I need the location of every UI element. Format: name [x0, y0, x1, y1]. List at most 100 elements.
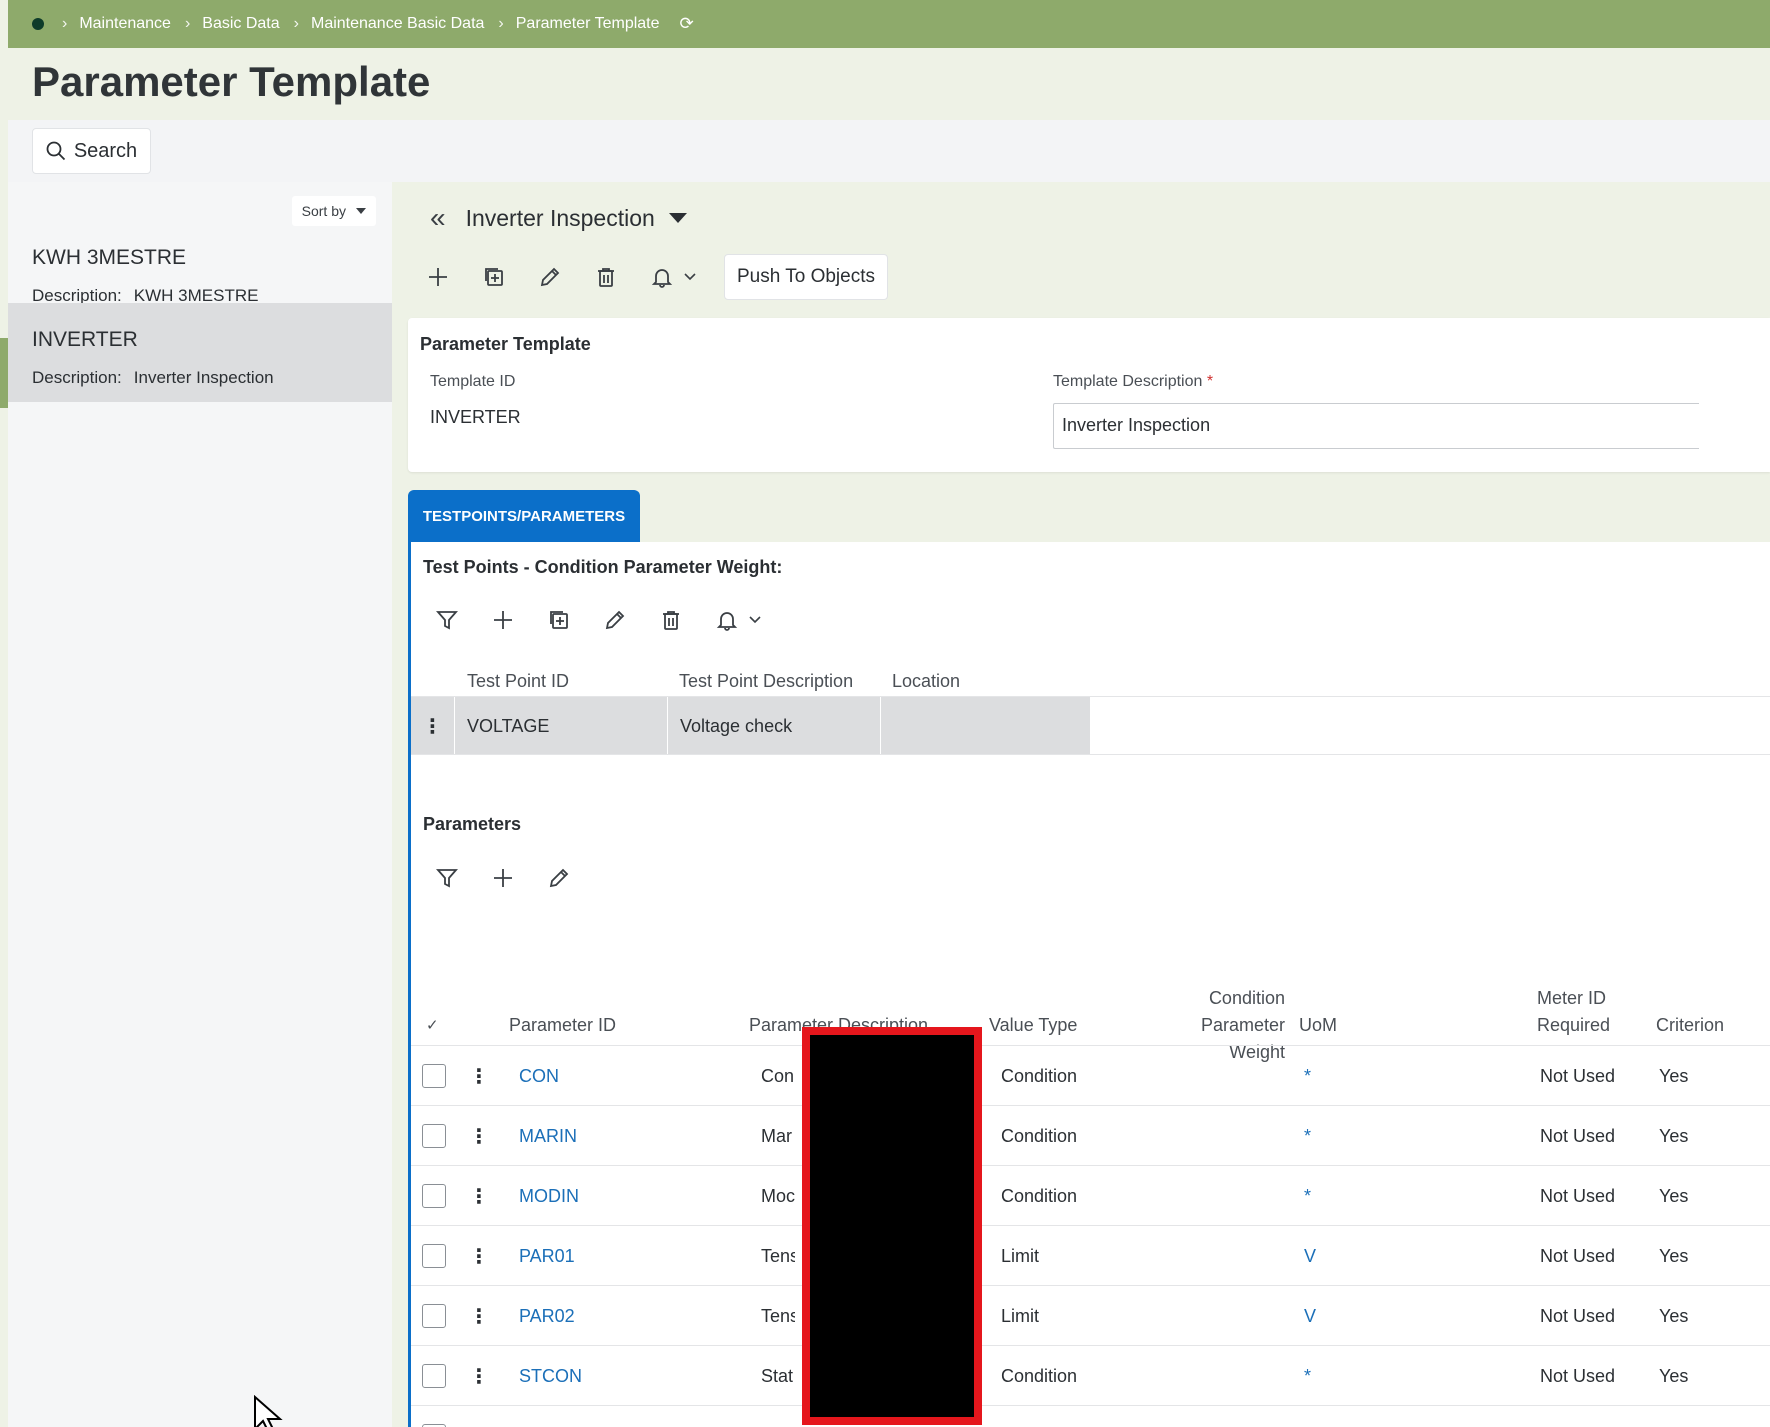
- table-row[interactable]: ⋮ STCON Stat Condition * Not Used Yes: [411, 1346, 1770, 1406]
- breadcrumb-label: Maintenance Basic Data: [310, 15, 485, 32]
- uom-link[interactable]: *: [1304, 1046, 1311, 1106]
- row-checkbox[interactable]: [422, 1184, 446, 1208]
- column-header-location[interactable]: Location: [892, 671, 960, 692]
- select-all-check[interactable]: ✓: [426, 1012, 439, 1039]
- row-menu-icon[interactable]: ⋮: [469, 1106, 489, 1166]
- list-item-title: KWH 3MESTRE: [32, 246, 187, 269]
- row-divider: [1091, 696, 1770, 697]
- chevron-down-icon[interactable]: [741, 600, 769, 640]
- column-header-value-type[interactable]: Value Type: [989, 1012, 1077, 1039]
- edit-icon[interactable]: [587, 600, 643, 640]
- table-row[interactable]: ⋮ MODIN Moc Condition * Not Used Yes: [411, 1166, 1770, 1226]
- table-row[interactable]: ⋮ PAR01 Tens Limit V Not Used Yes: [411, 1226, 1770, 1286]
- uom-link[interactable]: V: [1304, 1226, 1316, 1286]
- search-button[interactable]: Search: [32, 128, 151, 174]
- header-line: Condition: [1208, 988, 1285, 1008]
- duplicate-icon[interactable]: [531, 600, 587, 640]
- record-switch-dropdown[interactable]: [668, 213, 687, 223]
- test-points-title: Test Points - Condition Parameter Weight…: [423, 557, 783, 577]
- push-to-objects-button[interactable]: Push To Objects: [724, 254, 889, 300]
- tab-panel: Test Points - Condition Parameter Weight…: [408, 542, 1770, 1427]
- record-title: Inverter Inspection: [465, 204, 655, 231]
- breadcrumb-item-basic-data[interactable]: › Basic Data: [185, 15, 294, 33]
- column-header-test-point-id[interactable]: Test Point ID: [467, 671, 569, 692]
- column-header-meter-id-required[interactable]: Meter ID Required: [1537, 985, 1610, 1039]
- delete-icon[interactable]: [643, 600, 699, 640]
- parameter-id-link[interactable]: PAR02: [519, 1286, 575, 1346]
- row-menu-icon[interactable]: ⋮: [469, 1346, 489, 1406]
- test-point-id-cell: VOLTAGE: [455, 697, 668, 755]
- value-type-cell: Limit: [1001, 1245, 1040, 1266]
- column-header-test-point-description[interactable]: Test Point Description: [679, 671, 853, 692]
- uom-link[interactable]: *: [1304, 1106, 1311, 1166]
- parameters-title: Parameters: [423, 814, 522, 834]
- value-type-cell: Limit: [1001, 1406, 1039, 1427]
- refresh-icon[interactable]: ⟳: [680, 14, 694, 34]
- breadcrumb-item-maintenance-basic-data[interactable]: › Maintenance Basic Data: [294, 15, 499, 33]
- column-header-parameter-id[interactable]: Parameter ID: [509, 1012, 616, 1039]
- template-description-input[interactable]: Inverter Inspection: [1053, 403, 1699, 449]
- row-menu-icon[interactable]: ⋮: [469, 1046, 489, 1106]
- row-checkbox[interactable]: [422, 1364, 446, 1388]
- add-icon[interactable]: [410, 257, 466, 297]
- redaction-box: [802, 1027, 982, 1425]
- meter-id-required-cell: Not Used: [1540, 1185, 1616, 1206]
- uom-link[interactable]: *: [1304, 1166, 1311, 1226]
- filter-icon[interactable]: [419, 858, 475, 898]
- chevron-right-icon: ›: [62, 15, 68, 32]
- column-header-criterion[interactable]: Criterion: [1656, 1012, 1724, 1039]
- duplicate-icon[interactable]: [466, 257, 522, 297]
- test-point-description-cell: Voltage check: [668, 697, 881, 755]
- breadcrumb-item-maintenance[interactable]: › Maintenance: [62, 15, 185, 33]
- row-checkbox[interactable]: [422, 1064, 446, 1088]
- description-key: Description:: [32, 368, 122, 387]
- parameter-description-cell: Stat: [761, 1365, 794, 1386]
- table-row[interactable]: ⋮ MARIN Mar Condition * Not Used Yes: [411, 1106, 1770, 1166]
- search-strip: Search: [8, 120, 1770, 182]
- meter-id-required-cell: Not Used: [1540, 1125, 1616, 1146]
- parameter-id-link[interactable]: CON: [519, 1046, 559, 1106]
- table-row[interactable]: ⋮ TEMOP Tem Limit Cel Not Used Yes: [411, 1406, 1770, 1427]
- uom-link[interactable]: *: [1304, 1346, 1311, 1406]
- parameter-id-link[interactable]: STCON: [519, 1346, 582, 1406]
- search-icon: [46, 141, 65, 161]
- row-checkbox[interactable]: [422, 1124, 446, 1148]
- tab-testpoints-parameters[interactable]: TESTPOINTS/PARAMETERS: [408, 490, 640, 542]
- add-icon[interactable]: [475, 600, 531, 640]
- criterion-cell: Yes: [1659, 1406, 1688, 1427]
- value-type-cell: Condition: [1001, 1365, 1078, 1386]
- edit-icon[interactable]: [522, 257, 578, 297]
- breadcrumb-label: Parameter Template: [515, 15, 660, 32]
- add-icon[interactable]: [475, 858, 531, 898]
- row-menu-icon[interactable]: ⋮: [469, 1406, 489, 1427]
- location-cell: [881, 697, 1091, 755]
- collapse-list-icon[interactable]: «: [430, 202, 446, 234]
- meter-id-required-cell: Not Used: [1540, 1065, 1616, 1086]
- list-item-selected[interactable]: INVERTER Description: Inverter Inspection: [8, 303, 392, 402]
- row-checkbox[interactable]: [422, 1244, 446, 1268]
- chevron-down-icon[interactable]: [676, 257, 704, 297]
- row-checkbox[interactable]: [422, 1304, 446, 1328]
- edit-icon[interactable]: [531, 858, 587, 898]
- record-header: « Inverter Inspection: [430, 202, 687, 234]
- delete-icon[interactable]: [578, 257, 634, 297]
- parameter-id-link[interactable]: PAR01: [519, 1226, 575, 1286]
- row-menu-icon[interactable]: ⋮: [469, 1226, 489, 1286]
- column-header-uom[interactable]: UoM: [1299, 1012, 1337, 1039]
- parameter-id-link[interactable]: MODIN: [519, 1166, 579, 1226]
- row-menu-icon[interactable]: ⋮: [411, 697, 455, 755]
- mouse-cursor-icon: [254, 1395, 283, 1427]
- row-menu-icon[interactable]: ⋮: [469, 1286, 489, 1346]
- parameter-id-link[interactable]: TEMOP: [519, 1406, 583, 1427]
- uom-link[interactable]: V: [1304, 1286, 1316, 1346]
- table-row[interactable]: ⋮ CON Con Condition * Not Used Yes: [411, 1046, 1770, 1106]
- home-icon[interactable]: [32, 18, 44, 30]
- filter-icon[interactable]: [419, 600, 475, 640]
- parameter-id-link[interactable]: MARIN: [519, 1106, 577, 1166]
- meter-id-required-cell: Not Used: [1540, 1365, 1616, 1386]
- breadcrumb-item-parameter-template[interactable]: › Parameter Template: [498, 15, 673, 33]
- row-menu-icon[interactable]: ⋮: [469, 1166, 489, 1226]
- uom-link[interactable]: Cel: [1304, 1406, 1331, 1427]
- table-row[interactable]: ⋮ PAR02 Tens Limit V Not Used Yes: [411, 1286, 1770, 1346]
- table-row[interactable]: ⋮ VOLTAGE Voltage check: [411, 696, 1091, 755]
